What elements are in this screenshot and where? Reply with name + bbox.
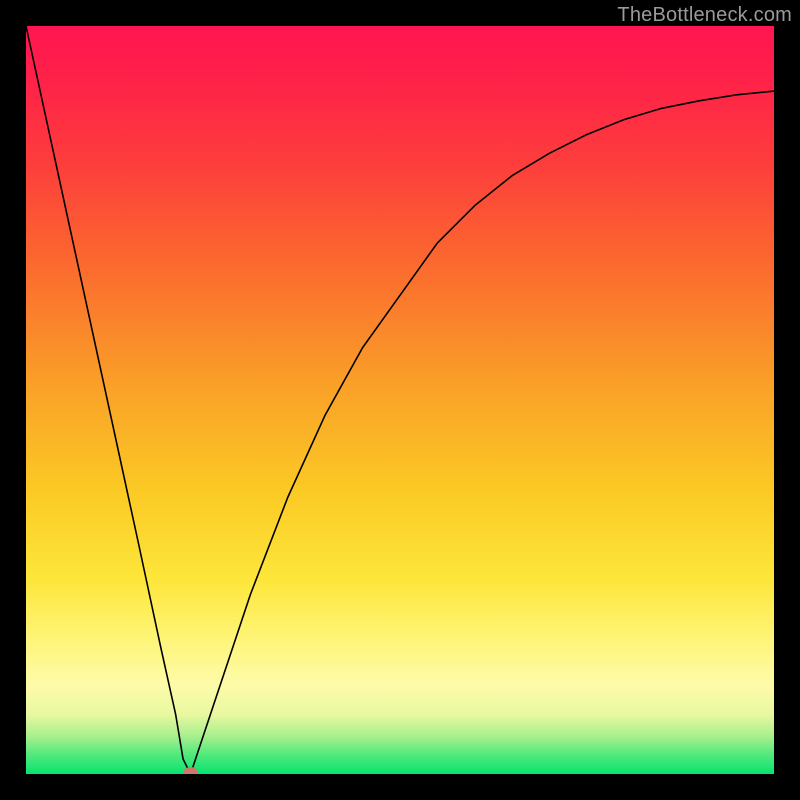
optimal-point-marker xyxy=(184,767,198,774)
plot-area xyxy=(26,26,774,774)
bottleneck-curve xyxy=(26,26,774,774)
chart-frame: TheBottleneck.com xyxy=(0,0,800,800)
watermark-text: TheBottleneck.com xyxy=(617,4,792,27)
curve-layer xyxy=(26,26,774,774)
